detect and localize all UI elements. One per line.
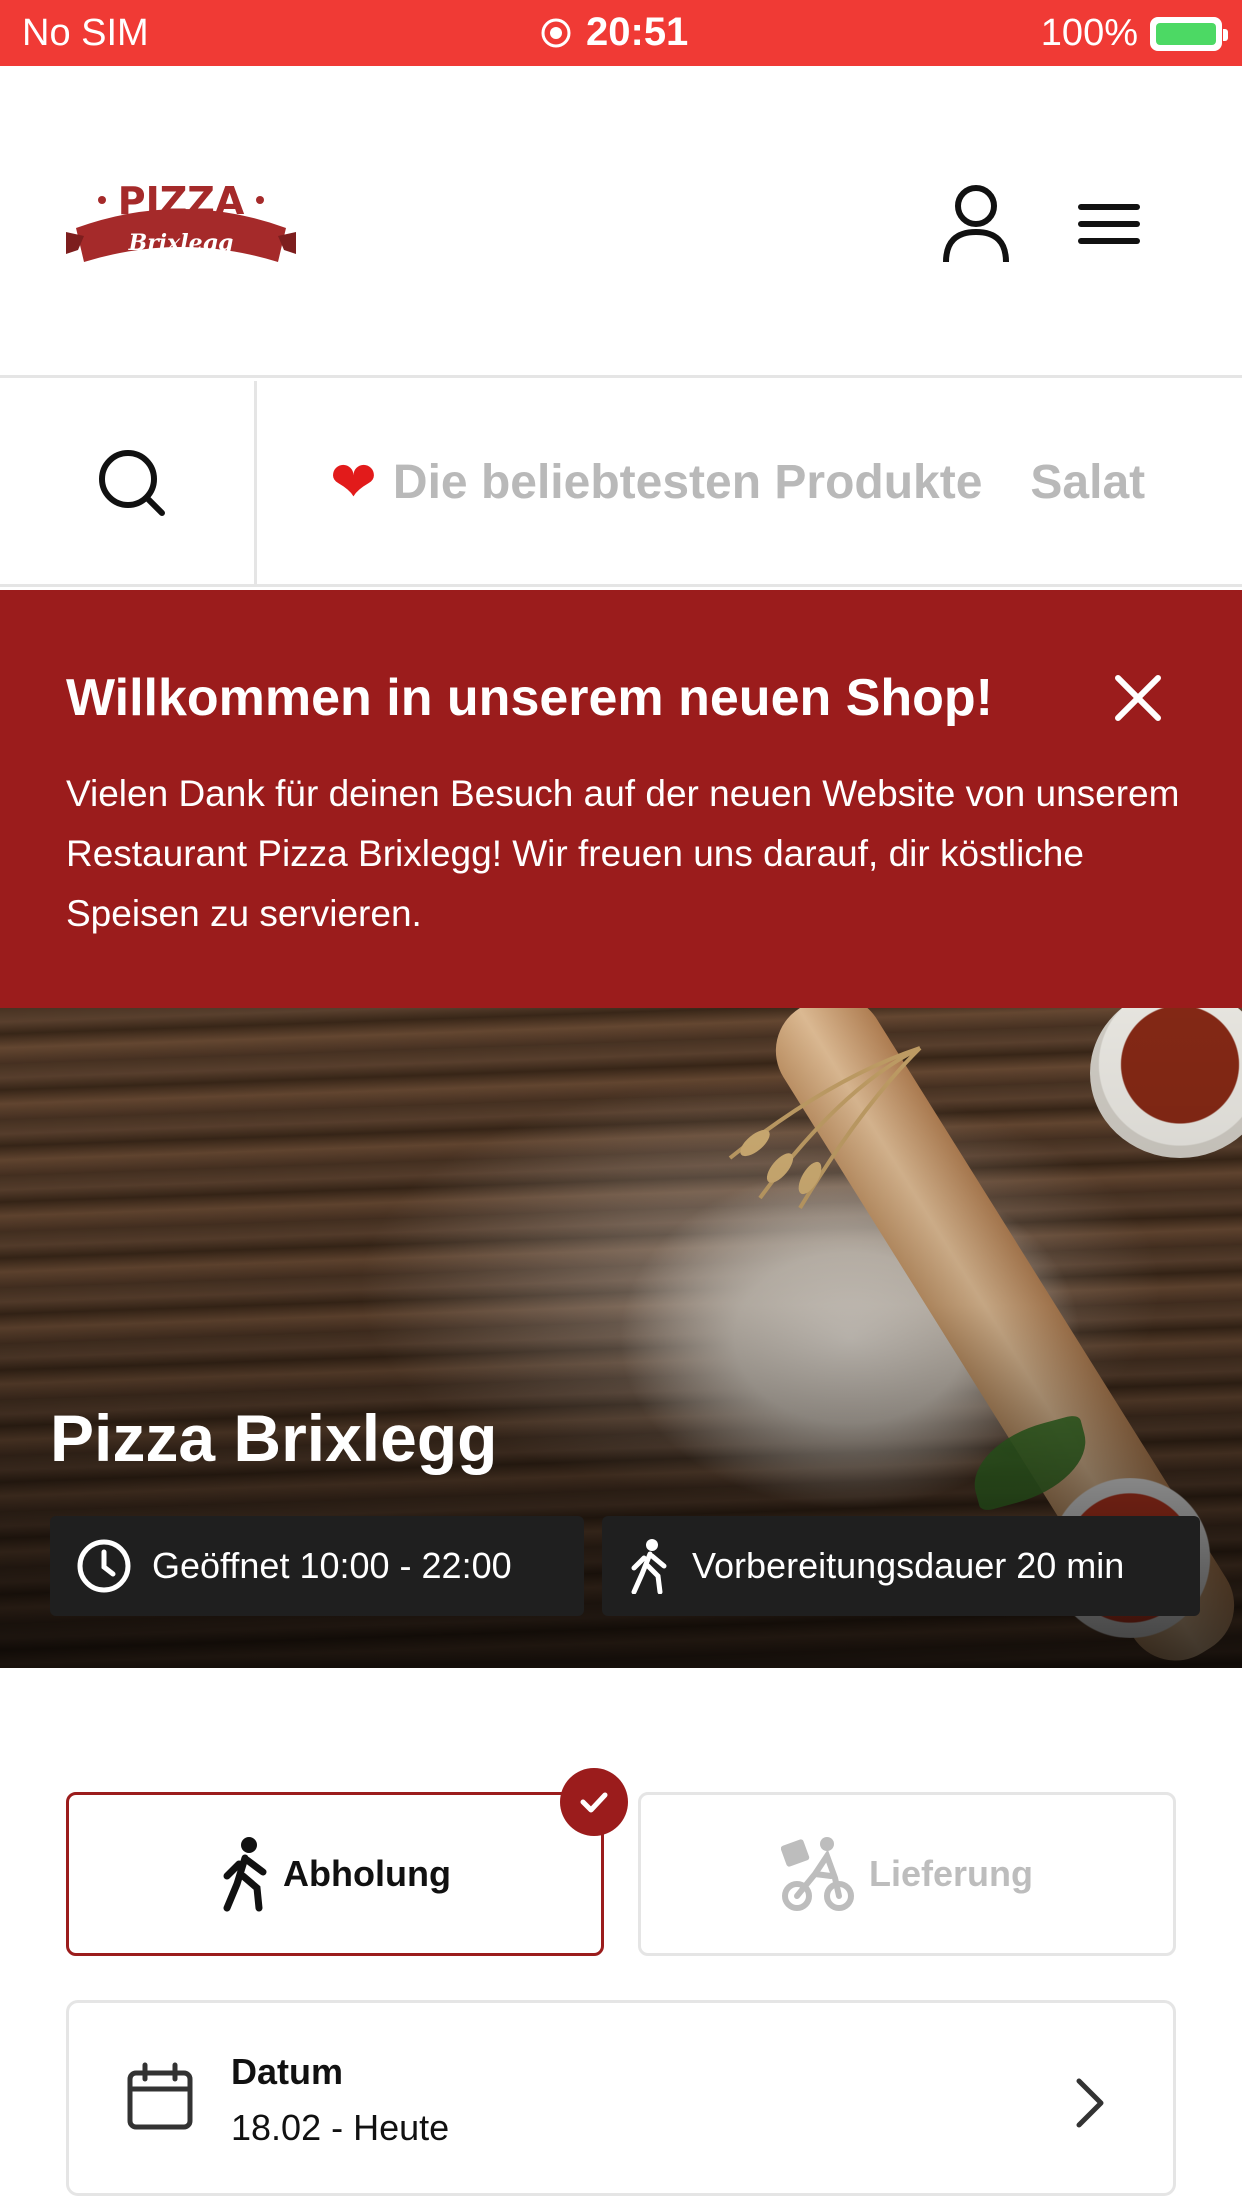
selected-check-icon xyxy=(560,1768,628,1836)
category-tabs: ❤ Die beliebtesten Produkte Salat xyxy=(330,449,1193,515)
prep-time-badge: Vorbereitungsdauer 20 min xyxy=(602,1516,1200,1616)
clock: 20:51 xyxy=(540,10,688,55)
pickup-option[interactable]: Abholung xyxy=(66,1792,604,1956)
category-nav: ❤ Die beliebtesten Produkte Salat xyxy=(0,381,1242,587)
chevron-right-icon xyxy=(1076,2078,1104,2128)
welcome-banner: Willkommen in unserem neuen Shop! Vielen… xyxy=(0,590,1242,1008)
site-header: PIZZA Brixlegg xyxy=(0,66,1242,378)
time-label: 20:51 xyxy=(586,10,689,54)
status-bar: No SIM 20:51 100% xyxy=(0,0,1242,66)
delivery-option[interactable]: Lieferung xyxy=(638,1792,1176,1956)
svg-text:PIZZA: PIZZA xyxy=(118,179,245,223)
search-icon xyxy=(99,450,165,516)
user-account-icon[interactable] xyxy=(940,184,1012,264)
hero-section: Pizza Brixlegg Geöffnet 10:00 - 22:00 Vo… xyxy=(0,1008,1242,1668)
carrier-label: No SIM xyxy=(22,12,149,54)
bicycle-courier-icon xyxy=(780,1837,854,1911)
category-tab-salad[interactable]: Salat xyxy=(1030,455,1145,510)
hamburger-menu-icon[interactable] xyxy=(1076,196,1142,252)
date-value: 18.02 - Heute xyxy=(231,2107,450,2148)
search-button[interactable] xyxy=(0,381,257,584)
date-selector[interactable]: Datum 18.02 - Heute xyxy=(66,2000,1176,2196)
heart-icon: ❤ xyxy=(330,450,377,513)
walking-person-icon xyxy=(223,1837,267,1912)
close-icon[interactable] xyxy=(1110,670,1166,726)
battery-status: 100% xyxy=(1040,12,1228,55)
pizza-brixlegg-logo[interactable]: PIZZA Brixlegg xyxy=(66,170,296,280)
calendar-icon xyxy=(127,2062,193,2130)
prep-time-text: Vorbereitungsdauer 20 min xyxy=(692,1545,1125,1586)
svg-text:Brixlegg: Brixlegg xyxy=(128,230,234,256)
date-label: Datum xyxy=(231,2051,344,2092)
pickup-label: Abholung xyxy=(283,1853,451,1894)
banner-text: Vielen Dank für deinen Besuch auf der ne… xyxy=(66,773,1180,934)
category-tab-popular[interactable]: Die beliebtesten Produkte xyxy=(393,455,982,510)
opening-hours-text: Geöffnet 10:00 - 22:00 xyxy=(152,1545,512,1586)
clock-icon xyxy=(77,1539,131,1593)
restaurant-name: Pizza Brixlegg xyxy=(50,1401,498,1475)
banner-title: Willkommen in unserem neuen Shop! xyxy=(66,669,993,727)
opening-hours-badge: Geöffnet 10:00 - 22:00 xyxy=(50,1516,584,1616)
location-lock-icon xyxy=(541,18,571,47)
walking-person-icon xyxy=(631,1539,667,1594)
battery-icon xyxy=(1150,16,1228,51)
delivery-label: Lieferung xyxy=(868,1853,1033,1894)
battery-percent: 100% xyxy=(1040,12,1138,54)
